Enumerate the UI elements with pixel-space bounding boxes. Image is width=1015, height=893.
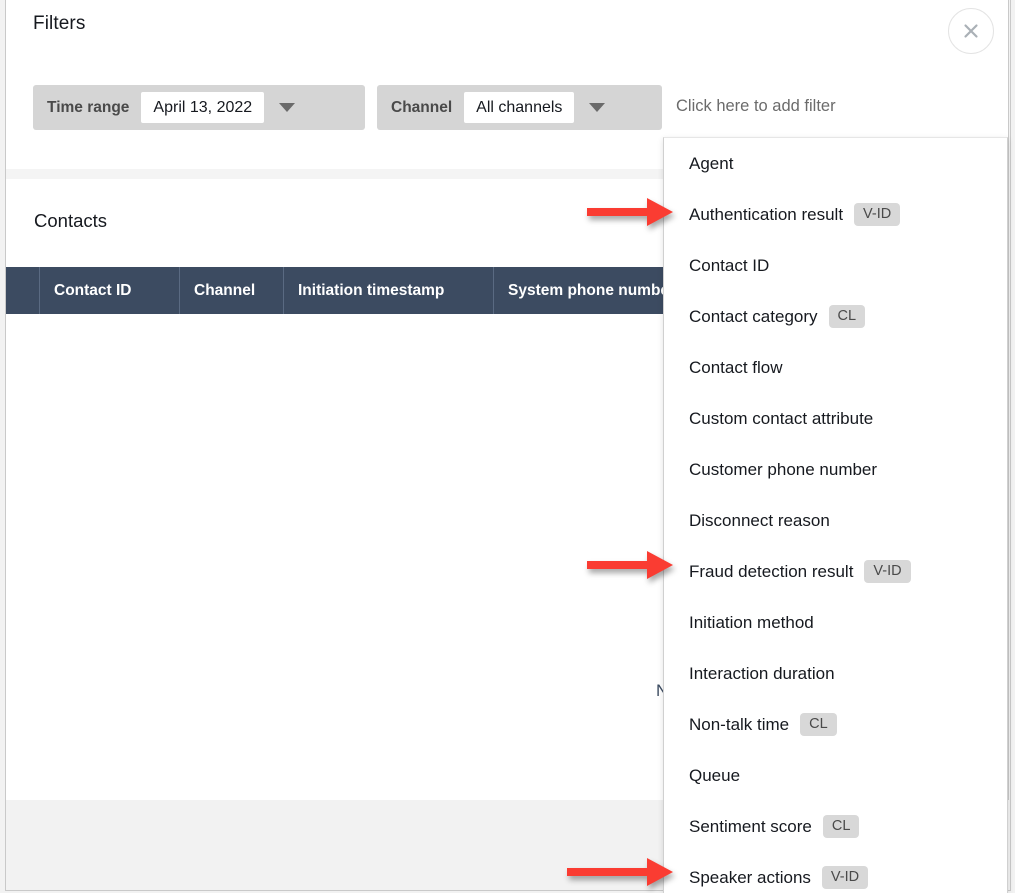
filter-value-time-range[interactable]: April 13, 2022 — [141, 92, 264, 123]
dropdown-item-label: Non-talk time — [689, 715, 789, 735]
table-header-contact-id[interactable]: Contact ID — [40, 267, 180, 314]
contacts-heading: Contacts — [34, 210, 107, 232]
filter-label-channel: Channel — [391, 99, 452, 117]
dropdown-item-label: Disconnect reason — [689, 511, 830, 531]
dropdown-item[interactable]: Fraud detection result V-ID — [664, 546, 1007, 597]
dropdown-item[interactable]: Agent — [664, 138, 1007, 189]
close-icon — [961, 21, 981, 41]
dropdown-item[interactable]: Custom contact attribute — [664, 393, 1007, 444]
dropdown-item[interactable]: Contact ID — [664, 240, 1007, 291]
dropdown-item-badge: V-ID — [854, 203, 900, 227]
channel-dropdown-toggle[interactable] — [574, 103, 620, 112]
dropdown-item-label: Sentiment score — [689, 817, 812, 837]
dropdown-item[interactable]: Interaction duration — [664, 648, 1007, 699]
dropdown-item[interactable]: Contact flow — [664, 342, 1007, 393]
add-filter-dropdown-menu: Agent Authentication result V-ID Contact ID… — [663, 137, 1008, 893]
chevron-down-icon — [589, 103, 605, 112]
filter-label-time-range: Time range — [47, 99, 129, 117]
dropdown-item-label: Customer phone number — [689, 460, 877, 480]
dropdown-item-badge: CL — [829, 305, 866, 329]
dropdown-item[interactable]: Initiation method — [664, 597, 1007, 648]
dropdown-item-label: Speaker actions — [689, 868, 811, 888]
close-button[interactable] — [948, 8, 994, 54]
dropdown-item-label: Contact ID — [689, 256, 769, 276]
dropdown-item-label: Fraud detection result — [689, 562, 853, 582]
filter-value-channel[interactable]: All channels — [464, 92, 574, 123]
dropdown-item-label: Interaction duration — [689, 664, 835, 684]
dropdown-item[interactable]: Contact category CL — [664, 291, 1007, 342]
dropdown-item[interactable]: Customer phone number — [664, 444, 1007, 495]
time-range-dropdown-toggle[interactable] — [264, 103, 310, 112]
add-filter-input[interactable]: Click here to add filter — [676, 97, 836, 116]
dropdown-item-label: Initiation method — [689, 613, 814, 633]
dropdown-item-label: Queue — [689, 766, 740, 786]
dropdown-item[interactable]: Sentiment score CL — [664, 801, 1007, 852]
dropdown-item-badge: CL — [823, 815, 860, 839]
dropdown-item-label: Custom contact attribute — [689, 409, 873, 429]
dropdown-item-badge: V-ID — [864, 560, 910, 584]
table-header-select-all[interactable] — [6, 267, 40, 314]
filter-pill-channel[interactable]: Channel All channels — [377, 85, 662, 130]
screenshot-root: Filters Time range April 13, 2022 Channe… — [0, 0, 1015, 893]
filter-pill-time-range[interactable]: Time range April 13, 2022 — [33, 85, 365, 130]
page-title: Filters — [33, 13, 85, 35]
dropdown-item-label: Contact flow — [689, 358, 783, 378]
chevron-down-icon — [279, 103, 295, 112]
dropdown-item-badge: V-ID — [822, 866, 868, 890]
dropdown-item[interactable]: Authentication result V-ID — [664, 189, 1007, 240]
dropdown-item-label: Authentication result — [689, 205, 843, 225]
dropdown-item[interactable]: Queue — [664, 750, 1007, 801]
dropdown-item[interactable]: Speaker actions V-ID — [664, 852, 1007, 893]
dropdown-item-label: Contact category — [689, 307, 818, 327]
dropdown-item[interactable]: Non-talk time CL — [664, 699, 1007, 750]
table-header-channel[interactable]: Channel — [180, 267, 284, 314]
dropdown-item[interactable]: Disconnect reason — [664, 495, 1007, 546]
dropdown-item-badge: CL — [800, 713, 837, 737]
table-header-initiation-timestamp[interactable]: Initiation timestamp — [284, 267, 494, 314]
dropdown-item-label: Agent — [689, 154, 733, 174]
